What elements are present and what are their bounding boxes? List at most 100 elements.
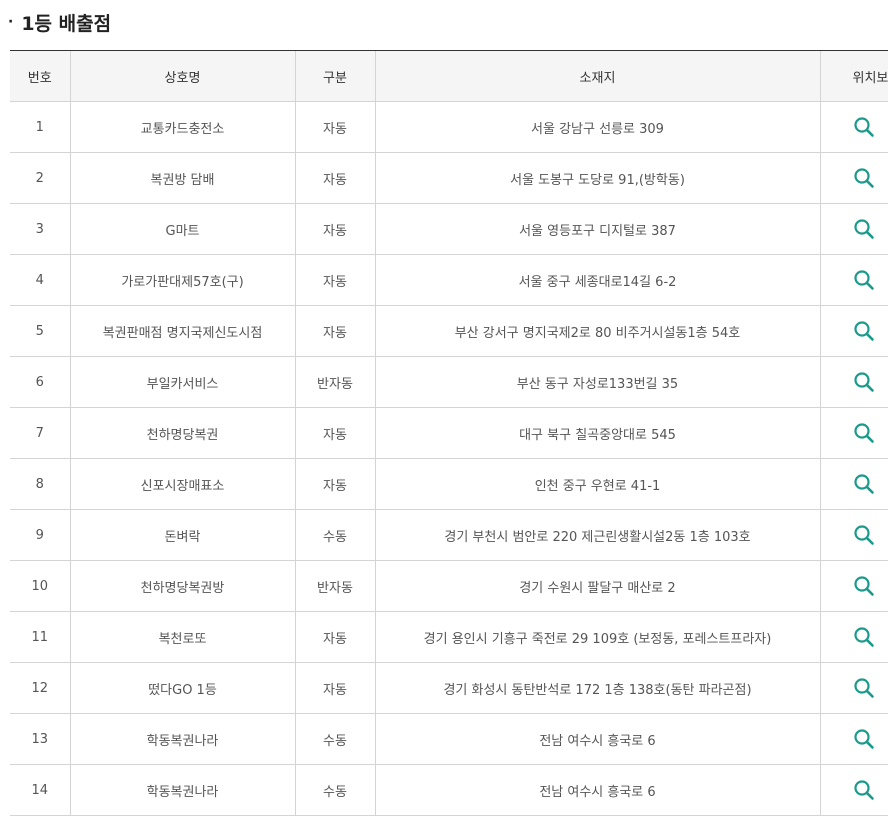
cell-no: 10 — [10, 560, 71, 612]
cell-type: 자동 — [295, 407, 376, 459]
search-icon[interactable] — [853, 218, 875, 240]
cell-name: 교통카드충전소 — [70, 101, 296, 153]
cell-address: 인천 중구 우현로 41-1 — [375, 458, 821, 510]
search-icon[interactable] — [853, 422, 875, 444]
cell-name: 떴다GO 1등 — [70, 662, 296, 714]
table-header-row: 번호 상호명 구분 소재지 위치보기 — [10, 51, 888, 102]
table-row: 2 복권방 담배 자동 서울 도봉구 도당로 91,(방학동) — [10, 152, 888, 204]
cell-address: 서울 도봉구 도당로 91,(방학동) — [375, 152, 821, 204]
search-icon[interactable] — [853, 269, 875, 291]
cell-no: 2 — [10, 152, 71, 204]
search-icon[interactable] — [853, 167, 875, 189]
cell-address: 경기 수원시 팔달구 매산로 2 — [375, 560, 821, 612]
cell-location — [820, 509, 888, 561]
cell-name: 복권판매점 명지국제신도시점 — [70, 305, 296, 357]
cell-location — [820, 713, 888, 765]
cell-type: 자동 — [295, 203, 376, 255]
cell-no: 11 — [10, 611, 71, 663]
table-row: 13 학동복권나라 수동 전남 여수시 흥국로 6 — [10, 713, 888, 765]
table-row: 14 학동복권나라 수동 전남 여수시 흥국로 6 — [10, 764, 888, 816]
title-bullet: · — [8, 14, 14, 30]
table-row: 12 떴다GO 1등 자동 경기 화성시 동탄반석로 172 1층 138호(동탄 파… — [10, 662, 888, 714]
cell-type: 수동 — [295, 509, 376, 561]
cell-name: G마트 — [70, 203, 296, 255]
cell-no: 12 — [10, 662, 71, 714]
cell-type: 자동 — [295, 152, 376, 204]
header-name: 상호명 — [70, 51, 296, 102]
cell-type: 자동 — [295, 254, 376, 306]
cell-name: 신포시장매표소 — [70, 458, 296, 510]
cell-location — [820, 254, 888, 306]
cell-location — [820, 407, 888, 459]
table-row: 7 천하명당복권 자동 대구 북구 칠곡중앙대로 545 — [10, 407, 888, 459]
cell-name: 학동복권나라 — [70, 764, 296, 816]
search-icon[interactable] — [853, 371, 875, 393]
table-row: 10 천하명당복권방 반자동 경기 수원시 팔달구 매산로 2 — [10, 560, 888, 612]
cell-address: 대구 북구 칠곡중앙대로 545 — [375, 407, 821, 459]
search-icon[interactable] — [853, 677, 875, 699]
table-row: 3 G마트 자동 서울 영등포구 디지털로 387 — [10, 203, 888, 255]
cell-no: 13 — [10, 713, 71, 765]
cell-address: 부산 동구 자성로133번길 35 — [375, 356, 821, 408]
cell-location — [820, 611, 888, 663]
search-icon[interactable] — [853, 116, 875, 138]
cell-type: 반자동 — [295, 356, 376, 408]
search-icon[interactable] — [853, 728, 875, 750]
table-row: 5 복권판매점 명지국제신도시점 자동 부산 강서구 명지국제2로 80 비주거시설동… — [10, 305, 888, 357]
cell-address: 부산 강서구 명지국제2로 80 비주거시설동1층 54호 — [375, 305, 821, 357]
winning-stores-table-container: 번호 상호명 구분 소재지 위치보기 1교통카드충전소자동서울 강남구 선릉로 … — [10, 50, 888, 816]
cell-location — [820, 458, 888, 510]
cell-no: 5 — [10, 305, 71, 357]
cell-location — [820, 356, 888, 408]
table-row: 11 복천로또 자동 경기 용인시 기흥구 죽전로 29 109호 (보정동, 포레스… — [10, 611, 888, 663]
cell-address: 전남 여수시 흥국로 6 — [375, 764, 821, 816]
cell-location — [820, 764, 888, 816]
search-icon[interactable] — [853, 779, 875, 801]
header-no: 번호 — [10, 51, 71, 102]
page-title: 1등 배출점 — [21, 12, 112, 35]
table-row: 1 교통카드충전소 자동 서울 강남구 선릉로 309 — [10, 101, 888, 153]
search-icon[interactable] — [853, 473, 875, 495]
table-row: 6 부일카서비스 반자동 부산 동구 자성로133번길 35 — [10, 356, 888, 408]
cell-address: 경기 부천시 범안로 220 제근린생활시설2동 1층 103호 — [375, 509, 821, 561]
cell-no: 1 — [10, 101, 71, 153]
cell-type: 자동 — [295, 662, 376, 714]
cell-no: 6 — [10, 356, 71, 408]
cell-address: 서울 강남구 선릉로 309 — [375, 101, 821, 153]
search-icon[interactable] — [853, 575, 875, 597]
cell-location — [820, 560, 888, 612]
cell-type: 반자동 — [295, 560, 376, 612]
cell-address: 경기 화성시 동탄반석로 172 1층 138호(동탄 파라곤점) — [375, 662, 821, 714]
table-row: 9 돈벼락 수동 경기 부천시 범안로 220 제근린생활시설2동 1층 103호 — [10, 509, 888, 561]
table-body: 1 교통카드충전소 자동 서울 강남구 선릉로 309 2 복권방 담배 자동 서울 도봉구 … — [10, 101, 888, 816]
cell-location — [820, 101, 888, 153]
table-row: 8 신포시장매표소 자동 인천 중구 우현로 41-1 — [10, 458, 888, 510]
cell-no: 3 — [10, 203, 71, 255]
search-icon[interactable] — [853, 626, 875, 648]
cell-location — [820, 305, 888, 357]
cell-address: 서울 영등포구 디지털로 387 — [375, 203, 821, 255]
cell-type: 자동 — [295, 101, 376, 153]
cell-address: 경기 용인시 기흥구 죽전로 29 109호 (보정동, 포레스트프라자) — [375, 611, 821, 663]
cell-address: 전남 여수시 흥국로 6 — [375, 713, 821, 765]
cell-type: 자동 — [295, 305, 376, 357]
cell-name: 학동복권나라 — [70, 713, 296, 765]
cell-type: 수동 — [295, 713, 376, 765]
table-row: 4 가로가판대제57호(구) 자동 서울 중구 세종대로14길 6-2 — [10, 254, 888, 306]
search-icon[interactable] — [853, 524, 875, 546]
cell-name: 돈벼락 — [70, 509, 296, 561]
header-location: 위치보기 — [820, 51, 888, 102]
cell-location — [820, 152, 888, 204]
cell-name: 천하명당복권방 — [70, 560, 296, 612]
cell-name: 복권방 담배 — [70, 152, 296, 204]
cell-name: 부일카서비스 — [70, 356, 296, 408]
cell-name: 천하명당복권 — [70, 407, 296, 459]
cell-no: 7 — [10, 407, 71, 459]
cell-no: 14 — [10, 764, 71, 816]
cell-name: 복천로또 — [70, 611, 296, 663]
search-icon[interactable] — [853, 320, 875, 342]
header-type: 구분 — [295, 51, 376, 102]
cell-no: 8 — [10, 458, 71, 510]
cell-type: 수동 — [295, 764, 376, 816]
cell-name: 가로가판대제57호(구) — [70, 254, 296, 306]
